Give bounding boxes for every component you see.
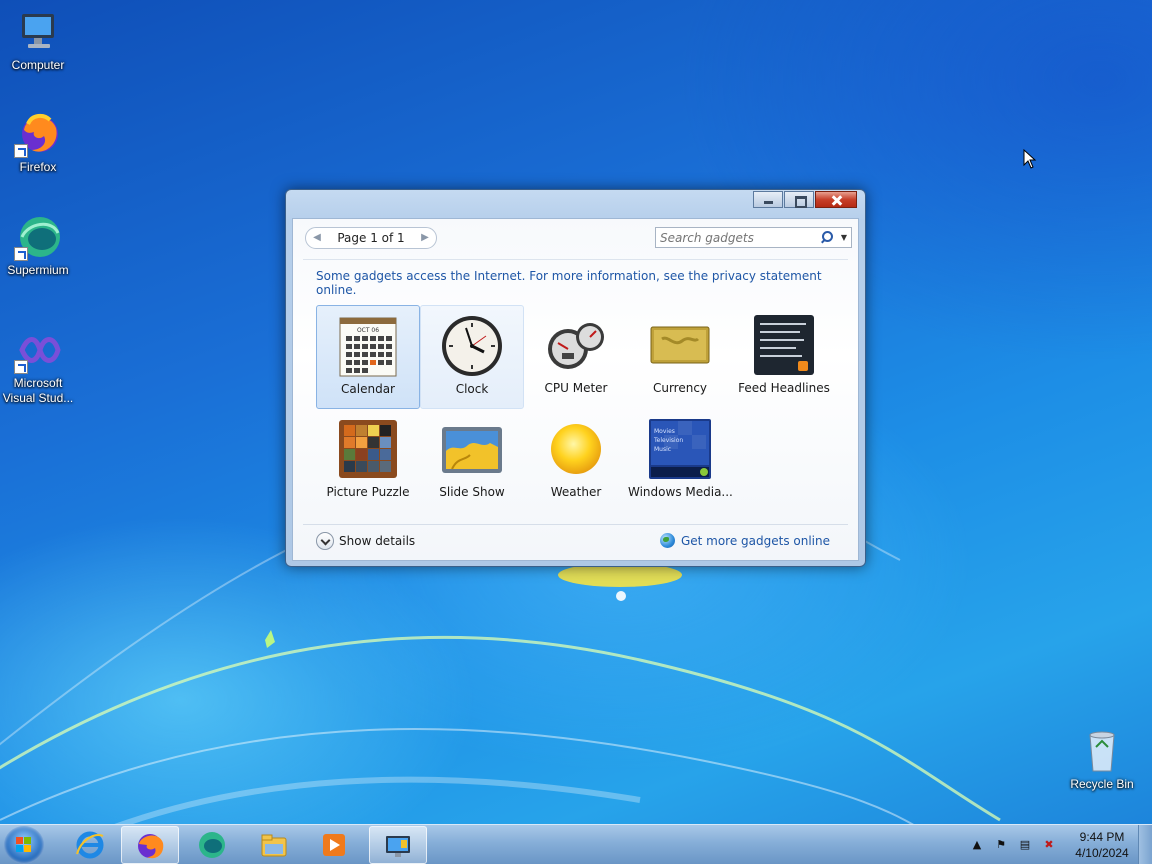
search-icon[interactable] [817,228,837,247]
gadget-calendar[interactable]: OCT 06 Calendar [316,305,420,409]
show-hidden-icons-icon[interactable]: ▲ [968,836,986,854]
supermium-icon [14,213,62,261]
internet-explorer-icon [75,830,105,860]
gadget-name: Picture Puzzle [326,485,410,499]
gadgets-icon [383,831,413,861]
chevron-down-icon [316,532,334,550]
desktop-icon-computer[interactable]: Computer [0,8,76,72]
shortcut-arrow-icon [14,144,28,158]
privacy-notice-link[interactable]: Some gadgets access the Internet. For mo… [316,269,858,297]
maximize-button[interactable] [784,191,814,208]
page-navigator: ◀ Page 1 of 1 ▶ [305,227,437,249]
search-box: ▼ [655,227,852,248]
desktop-icon-label: Firefox [19,160,57,174]
desktop-icon-firefox[interactable]: Firefox [0,110,76,174]
gadget-gallery-window[interactable]: ◀ Page 1 of 1 ▶ ▼ Some gadgets access th… [285,189,866,567]
gadget-name: Slide Show [439,485,505,499]
gadget-currency[interactable]: Currency [628,305,732,409]
page-label: Page 1 of 1 [337,231,405,245]
gadget-name: CPU Meter [544,381,608,395]
clock-time: 9:44 PM [1079,830,1125,844]
taskbar-item-firefox[interactable] [121,826,179,864]
windows-logo-icon [16,837,32,853]
firefox-icon [135,831,165,861]
window-controls [752,191,857,208]
chevron-down-icon[interactable]: ▼ [837,228,851,247]
media-thumb-line: Music [654,446,671,453]
windows-media-icon: Movies Television Music [648,417,712,481]
minimize-button[interactable] [753,191,783,208]
system-tray: ▲ ⚑ ▤ ✖ 9:44 PM 4/10/2024 [962,825,1132,864]
taskbar-clock[interactable]: 9:44 PM 4/10/2024 [1072,829,1132,861]
media-player-icon [319,830,349,860]
start-button[interactable] [4,826,44,864]
calendar-icon: OCT 06 [336,314,400,378]
feed-headlines-icon [752,313,816,377]
action-center-flag-icon[interactable]: ⚑ [992,836,1010,854]
calendar-month-label: OCT 06 [357,327,379,334]
divider [303,524,848,525]
show-desktop-button[interactable] [1138,825,1152,864]
cpu-meter-icon [544,313,608,377]
gadget-name: Feed Headlines [738,381,830,395]
shortcut-arrow-icon [14,360,28,374]
desktop-icon-recycle-bin[interactable]: Recycle Bin [1064,727,1140,791]
currency-icon [648,313,712,377]
get-more-label: Get more gadgets online [680,533,830,548]
media-thumb-line: Television [653,437,683,444]
taskbar-item-file-explorer[interactable] [245,826,303,864]
taskbar-item-media-player[interactable] [305,826,363,864]
gadget-windows-media[interactable]: Movies Television Music Windows Media... [628,409,733,513]
show-details-button[interactable]: Show details [316,532,415,550]
previous-page-icon[interactable]: ◀ [310,231,324,245]
desktop-icon-label: Computer [11,58,65,72]
next-page-icon[interactable]: ▶ [418,231,432,245]
gadget-picture-puzzle[interactable]: Picture Puzzle [316,409,420,513]
gadget-slide-show[interactable]: Slide Show [420,409,524,513]
visual-studio-icon [14,326,62,374]
taskbar-item-gadgets[interactable] [369,826,427,864]
gadget-panel: ◀ Page 1 of 1 ▶ ▼ Some gadgets access th… [292,218,859,561]
gadget-weather[interactable]: Weather [524,409,628,513]
gadget-name: Weather [550,485,602,499]
network-icon[interactable]: ▤ [1016,836,1034,854]
desktop-icon-label: Recycle Bin [1070,777,1134,791]
gadget-name: Calendar [341,382,395,396]
clock-icon [440,314,504,378]
mouse-cursor-icon [1023,149,1037,169]
desktop-icon-visual-studio[interactable]: Microsoft Visual Stud... [0,326,76,406]
divider [303,259,848,260]
desktop-icon-supermium[interactable]: Supermium [0,213,76,277]
get-more-gadgets-link[interactable]: Get more gadgets online [659,533,830,548]
search-input[interactable] [656,230,817,245]
globe-icon [659,533,675,548]
slide-show-icon [440,417,504,481]
desktop-icon-label: Microsoft Visual Stud... [2,376,74,405]
gadget-feed-headlines[interactable]: Feed Headlines [732,305,836,409]
supermium-icon [197,830,227,860]
volume-muted-icon[interactable]: ✖ [1040,836,1058,854]
picture-puzzle-icon [336,417,400,481]
taskbar-item-supermium[interactable] [183,826,241,864]
close-button[interactable] [815,191,857,208]
weather-icon [544,417,608,481]
shortcut-arrow-icon [14,247,28,261]
gadget-name: Currency [652,381,708,395]
gadget-name: Clock [455,382,489,396]
show-details-label: Show details [339,534,416,548]
taskbar: ▲ ⚑ ▤ ✖ 9:44 PM 4/10/2024 [0,824,1152,864]
gadget-name: Windows Media... [628,485,733,499]
computer-icon [14,8,62,56]
gadget-cpu-meter[interactable]: CPU Meter [524,305,628,409]
gadget-clock[interactable]: Clock [420,305,524,409]
file-explorer-icon [259,830,289,860]
firefox-icon [14,110,62,158]
media-thumb-line: Movies [654,428,675,435]
clock-date: 4/10/2024 [1075,846,1129,860]
recycle-bin-icon [1078,727,1126,775]
taskbar-item-internet-explorer[interactable] [61,826,119,864]
desktop-icon-label: Supermium [7,263,69,277]
